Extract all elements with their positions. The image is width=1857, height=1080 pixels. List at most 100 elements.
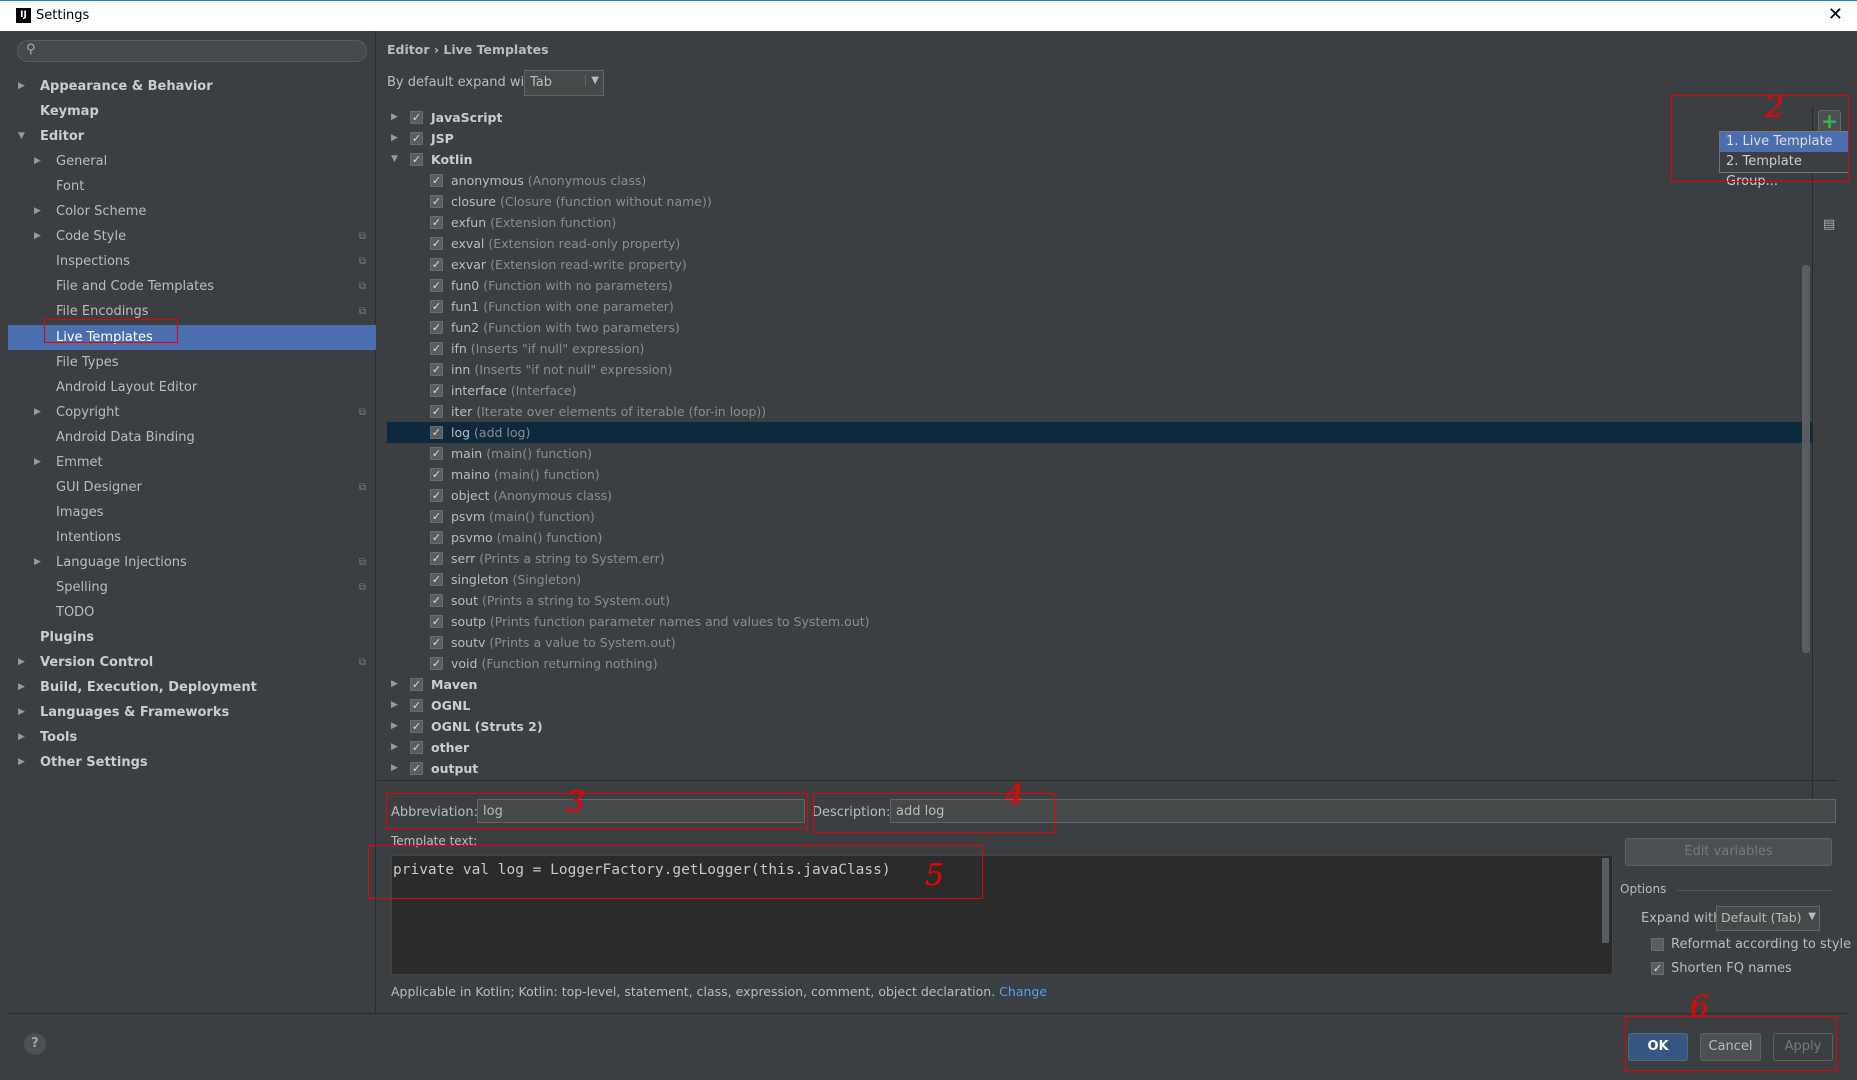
sidebar-item-spelling[interactable]: Spelling ⧉ bbox=[8, 575, 376, 600]
template-checkbox[interactable]: ✓ bbox=[430, 363, 443, 376]
template-checkbox[interactable]: ✓ bbox=[430, 216, 443, 229]
template-item[interactable]: ✓ soutp (Prints function parameter names… bbox=[387, 611, 1812, 632]
group-checkbox[interactable]: ✓ bbox=[410, 741, 423, 754]
sidebar-item-android-layout-editor[interactable]: Android Layout Editor bbox=[8, 375, 376, 400]
splitter[interactable] bbox=[377, 780, 1837, 781]
template-checkbox[interactable]: ✓ bbox=[430, 657, 443, 670]
template-item[interactable]: ✓ void (Function returning nothing) bbox=[387, 653, 1812, 674]
group-checkbox[interactable]: ✓ bbox=[410, 678, 423, 691]
template-item[interactable]: ✓ fun0 (Function with no parameters) bbox=[387, 275, 1812, 296]
template-checkbox[interactable]: ✓ bbox=[430, 258, 443, 271]
sidebar-item-code-style[interactable]: ▶ Code Style ⧉ bbox=[8, 224, 376, 249]
template-checkbox[interactable]: ✓ bbox=[430, 489, 443, 502]
chevron-right-icon[interactable]: ▶ bbox=[18, 750, 25, 775]
help-button[interactable]: ? bbox=[24, 1033, 46, 1055]
sidebar-item-gui-designer[interactable]: GUI Designer ⧉ bbox=[8, 475, 376, 500]
reformat-checkbox[interactable] bbox=[1651, 938, 1664, 951]
sidebar-item-language-injections[interactable]: ▶ Language Injections ⧉ bbox=[8, 550, 376, 575]
template-checkbox[interactable]: ✓ bbox=[430, 468, 443, 481]
template-item[interactable]: ✓ sout (Prints a string to System.out) bbox=[387, 590, 1812, 611]
template-item[interactable]: ✓ maino (main() function) bbox=[387, 464, 1812, 485]
template-group[interactable]: ▶ ✓ JavaScript bbox=[387, 107, 1812, 128]
template-group[interactable]: ▶ ✓ OGNL bbox=[387, 695, 1812, 716]
template-item[interactable]: ✓ serr (Prints a string to System.err) bbox=[387, 548, 1812, 569]
template-item[interactable]: ✓ anonymous (Anonymous class) bbox=[387, 170, 1812, 191]
chevron-right-icon[interactable]: ▶ bbox=[391, 758, 398, 779]
template-checkbox[interactable]: ✓ bbox=[430, 615, 443, 628]
sidebar-item-color-scheme[interactable]: ▶ Color Scheme bbox=[8, 199, 376, 224]
template-group[interactable]: ▶ ✓ OGNL (Struts 2) bbox=[387, 716, 1812, 737]
sidebar-item-android-data-binding[interactable]: Android Data Binding bbox=[8, 425, 376, 450]
breadcrumb-parent[interactable]: Editor bbox=[387, 42, 430, 57]
edit-variables-button[interactable]: Edit variables bbox=[1625, 838, 1832, 866]
chevron-right-icon[interactable]: ▶ bbox=[391, 716, 398, 737]
group-checkbox[interactable]: ✓ bbox=[410, 153, 423, 166]
template-checkbox[interactable]: ✓ bbox=[430, 636, 443, 649]
template-checkbox[interactable]: ✓ bbox=[430, 405, 443, 418]
sidebar-item-version-control[interactable]: ▶ Version Control ⧉ bbox=[8, 650, 376, 675]
template-item[interactable]: ✓ exfun (Extension function) bbox=[387, 212, 1812, 233]
chevron-right-icon[interactable]: ▶ bbox=[34, 224, 41, 249]
template-checkbox[interactable]: ✓ bbox=[430, 321, 443, 334]
template-group[interactable]: ▶ ✓ Maven bbox=[387, 674, 1812, 695]
template-item[interactable]: ✓ main (main() function) bbox=[387, 443, 1812, 464]
template-checkbox[interactable]: ✓ bbox=[430, 531, 443, 544]
template-checkbox[interactable]: ✓ bbox=[430, 237, 443, 250]
group-checkbox[interactable]: ✓ bbox=[410, 132, 423, 145]
template-item[interactable]: ✓ singleton (Singleton) bbox=[387, 569, 1812, 590]
template-group[interactable]: ▶ ✓ other bbox=[387, 737, 1812, 758]
sidebar-item-copyright[interactable]: ▶ Copyright ⧉ bbox=[8, 400, 376, 425]
sidebar-item-images[interactable]: Images bbox=[8, 500, 376, 525]
chevron-right-icon[interactable]: ▶ bbox=[18, 700, 25, 725]
copy-icon[interactable]: ▤ bbox=[1823, 217, 1835, 232]
chevron-right-icon[interactable]: ▶ bbox=[391, 737, 398, 758]
template-item[interactable]: ✓ psvm (main() function) bbox=[387, 506, 1812, 527]
chevron-right-icon[interactable]: ▶ bbox=[18, 74, 25, 99]
sidebar-item-intentions[interactable]: Intentions bbox=[8, 525, 376, 550]
sidebar-item-file-types[interactable]: File Types bbox=[8, 350, 376, 375]
template-item[interactable]: ✓ object (Anonymous class) bbox=[387, 485, 1812, 506]
template-checkbox[interactable]: ✓ bbox=[430, 447, 443, 460]
search-input[interactable]: ⚲ bbox=[17, 40, 367, 62]
tree-scrollbar[interactable] bbox=[1802, 265, 1810, 653]
template-checkbox[interactable]: ✓ bbox=[430, 279, 443, 292]
template-checkbox[interactable]: ✓ bbox=[430, 426, 443, 439]
template-item[interactable]: ✓ inn (Inserts "if not null" expression) bbox=[387, 359, 1812, 380]
group-checkbox[interactable]: ✓ bbox=[410, 111, 423, 124]
sidebar-item-plugins[interactable]: Plugins bbox=[8, 625, 376, 650]
sidebar-item-keymap[interactable]: Keymap bbox=[8, 99, 376, 124]
sidebar-item-build-execution-deployment[interactable]: ▶ Build, Execution, Deployment bbox=[8, 675, 376, 700]
template-item[interactable]: ✓ exval (Extension read-only property) bbox=[387, 233, 1812, 254]
sidebar-item-languages-frameworks[interactable]: ▶ Languages & Frameworks bbox=[8, 700, 376, 725]
chevron-right-icon[interactable]: ▶ bbox=[391, 674, 398, 695]
sidebar-item-todo[interactable]: TODO bbox=[8, 600, 376, 625]
expand-select[interactable]: Tab ▼ bbox=[524, 70, 604, 96]
template-checkbox[interactable]: ✓ bbox=[430, 384, 443, 397]
template-checkbox[interactable]: ✓ bbox=[430, 594, 443, 607]
template-checkbox[interactable]: ✓ bbox=[430, 552, 443, 565]
chevron-down-icon[interactable]: ▼ bbox=[391, 149, 398, 170]
template-item[interactable]: ✓ log (add log) bbox=[387, 422, 1812, 443]
chevron-right-icon[interactable]: ▶ bbox=[34, 450, 41, 475]
chevron-right-icon[interactable]: ▶ bbox=[34, 400, 41, 425]
sidebar-item-inspections[interactable]: Inspections ⧉ bbox=[8, 249, 376, 274]
template-item[interactable]: ✓ iter (Iterate over elements of iterabl… bbox=[387, 401, 1812, 422]
chevron-right-icon[interactable]: ▶ bbox=[34, 550, 41, 575]
chevron-right-icon[interactable]: ▶ bbox=[34, 199, 41, 224]
template-item[interactable]: ✓ psvmo (main() function) bbox=[387, 527, 1812, 548]
template-checkbox[interactable]: ✓ bbox=[430, 573, 443, 586]
template-checkbox[interactable]: ✓ bbox=[430, 300, 443, 313]
chevron-right-icon[interactable]: ▶ bbox=[391, 128, 398, 149]
shorten-checkbox[interactable]: ✓ bbox=[1651, 962, 1664, 975]
sidebar-item-font[interactable]: Font bbox=[8, 174, 376, 199]
template-item[interactable]: ✓ closure (Closure (function without nam… bbox=[387, 191, 1812, 212]
template-item[interactable]: ✓ ifn (Inserts "if null" expression) bbox=[387, 338, 1812, 359]
change-link[interactable]: Change bbox=[999, 984, 1047, 999]
chevron-right-icon[interactable]: ▶ bbox=[18, 675, 25, 700]
template-item[interactable]: ✓ soutv (Prints a value to System.out) bbox=[387, 632, 1812, 653]
chevron-right-icon[interactable]: ▶ bbox=[18, 725, 25, 750]
chevron-right-icon[interactable]: ▶ bbox=[18, 650, 25, 675]
expand-with-select[interactable]: Default (Tab) ▼ bbox=[1716, 906, 1820, 931]
template-item[interactable]: ✓ fun1 (Function with one parameter) bbox=[387, 296, 1812, 317]
chevron-right-icon[interactable]: ▶ bbox=[391, 695, 398, 716]
